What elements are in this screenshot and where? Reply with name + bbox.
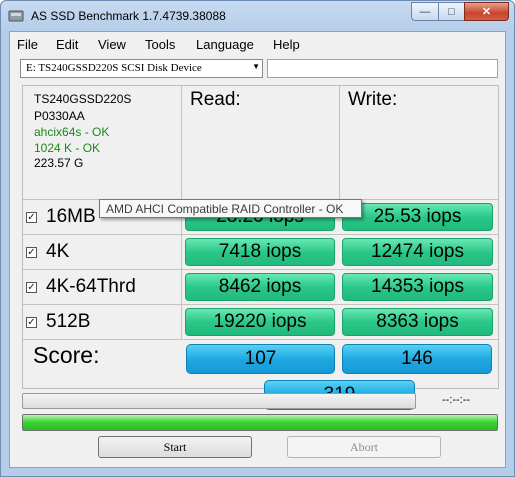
menu-file[interactable]: File (17, 37, 38, 52)
menu-tools[interactable]: Tools (145, 37, 175, 52)
abort-button[interactable]: Abort (287, 436, 441, 458)
total-progress-bar (22, 414, 498, 431)
read-result-4k: 7418 iops (185, 238, 335, 266)
row-4k-64thrd[interactable]: ✓ 4K-64Thrd (26, 273, 136, 301)
menu-language[interactable]: Language (196, 37, 254, 52)
path-input[interactable] (267, 59, 498, 78)
driver-status: ahcix64s - OK (34, 125, 110, 139)
drive-model: TS240GSSD220S (34, 92, 132, 106)
test-progress-bar (22, 393, 416, 409)
row-label: 512B (46, 311, 91, 332)
benchmark-grid: TS240GSSD220S P0330AA ahcix64s - OK 1024… (22, 85, 499, 410)
read-result-4k-64thrd: 8462 iops (185, 273, 335, 301)
drive-toolbar: E: TS240GSSD220S SCSI Disk Device ▼ (10, 56, 505, 84)
checkmark-icon[interactable]: ✓ (26, 316, 37, 328)
write-result-16mb: 25.53 iops (342, 203, 493, 231)
chevron-down-icon[interactable]: ▼ (252, 62, 260, 71)
score-label: Score: (33, 342, 100, 368)
row-4k[interactable]: ✓ 4K (26, 238, 69, 266)
write-result-4k: 12474 iops (342, 238, 493, 266)
window-title: AS SSD Benchmark 1.7.4739.38088 (31, 9, 226, 23)
menu-help[interactable]: Help (273, 37, 300, 52)
checkmark-icon[interactable]: ✓ (26, 211, 37, 223)
row-label: 4K-64Thrd (46, 276, 136, 297)
minimize-icon: — (419, 5, 431, 18)
total-progress-fill (23, 415, 497, 430)
elapsed-time: --:--:-- (442, 394, 471, 406)
drive-select[interactable]: E: TS240GSSD220S SCSI Disk Device ▼ (20, 59, 263, 78)
row-512b[interactable]: ✓ 512B (26, 308, 90, 336)
read-column-header: Read: (190, 89, 241, 110)
window-controls: — □ ✕ (411, 2, 509, 21)
write-column-header: Write: (348, 89, 398, 110)
checkmark-icon[interactable]: ✓ (26, 281, 37, 293)
read-score: 107 (186, 344, 335, 374)
row-16mb[interactable]: ✓ 16MB (26, 203, 96, 231)
menu-bar: File Edit View Tools Language Help (10, 32, 505, 56)
drive-firmware: P0330AA (34, 109, 85, 123)
maximize-button[interactable]: □ (438, 2, 464, 21)
start-button[interactable]: Start (98, 436, 252, 458)
write-score: 146 (342, 344, 492, 374)
drive-capacity: 223.57 G (34, 156, 84, 170)
alignment-status: 1024 K - OK (34, 141, 101, 155)
grid-divider (339, 86, 340, 199)
grid-divider (23, 269, 498, 270)
app-window: AS SSD Benchmark 1.7.4739.38088 — □ ✕ Fi… (0, 0, 515, 477)
checkmark-icon[interactable]: ✓ (26, 246, 37, 258)
drive-select-value: E: TS240GSSD220S SCSI Disk Device (26, 62, 202, 74)
row-label: 16MB (46, 206, 96, 227)
driver-tooltip: AMD AHCI Compatible RAID Controller - OK (99, 199, 362, 218)
write-result-512b: 8363 iops (342, 308, 493, 336)
minimize-button[interactable]: — (411, 2, 438, 21)
grid-divider (23, 304, 498, 305)
read-result-512b: 19220 iops (185, 308, 335, 336)
grid-divider (23, 339, 498, 340)
write-result-4k-64thrd: 14353 iops (342, 273, 493, 301)
menu-edit[interactable]: Edit (56, 37, 78, 52)
client-area: File Edit View Tools Language Help E: TS… (9, 31, 506, 468)
title-bar[interactable]: AS SSD Benchmark 1.7.4739.38088 — □ ✕ (1, 1, 514, 31)
maximize-icon: □ (448, 5, 455, 18)
disk-icon (8, 10, 24, 22)
row-label: 4K (46, 241, 70, 262)
grid-divider (23, 234, 498, 235)
close-icon: ✕ (481, 6, 492, 18)
menu-view[interactable]: View (98, 37, 126, 52)
close-button[interactable]: ✕ (464, 2, 509, 21)
